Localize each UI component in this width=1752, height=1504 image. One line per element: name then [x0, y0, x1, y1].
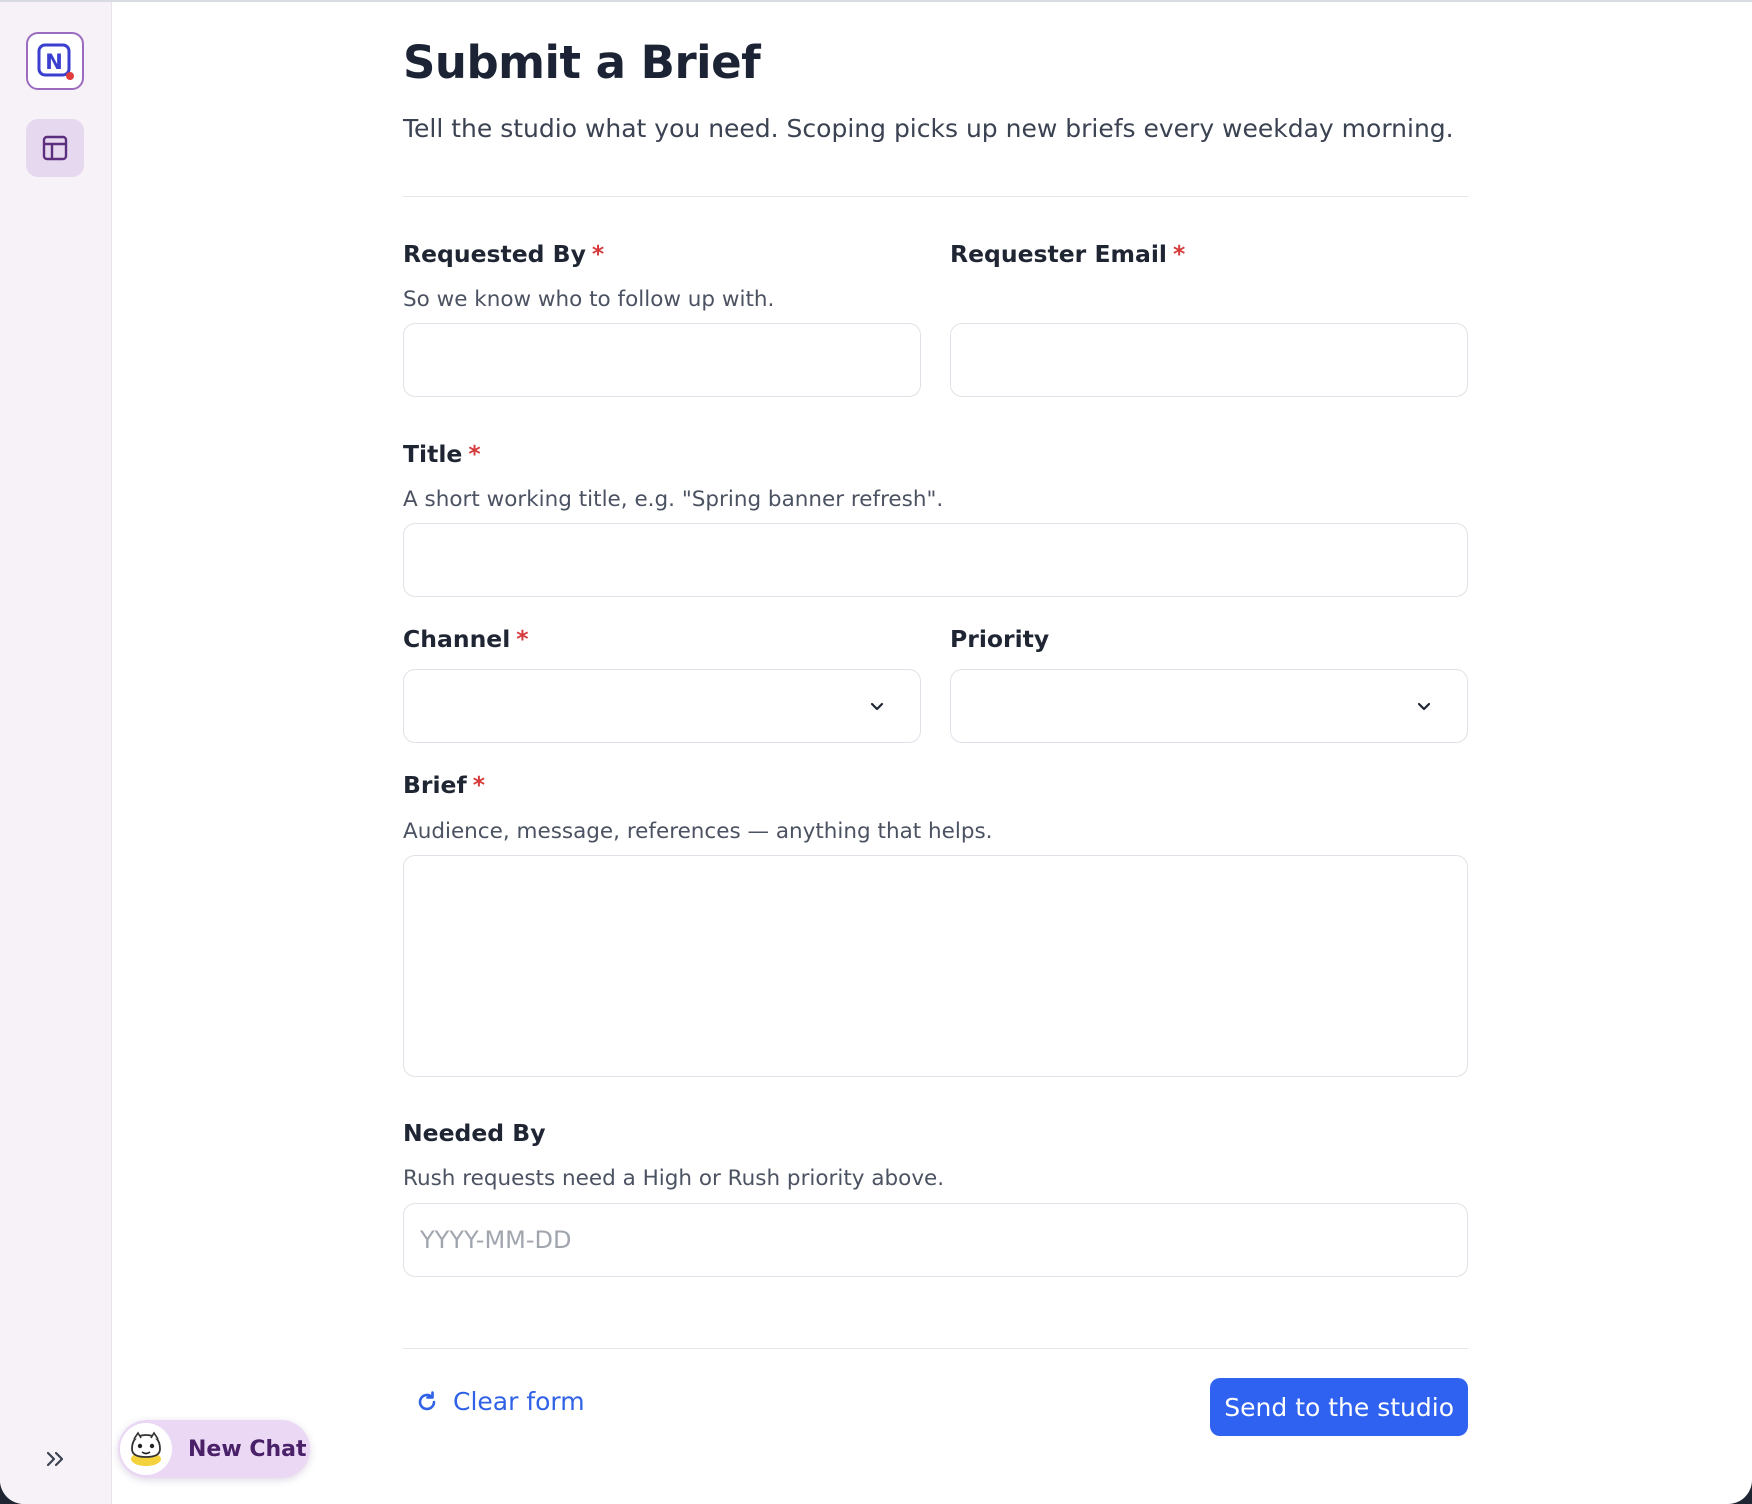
svg-text:N: N [45, 50, 63, 74]
requested-by-hint: So we know who to follow up with. [403, 287, 775, 312]
new-chat-button[interactable]: New Chat [118, 1420, 310, 1478]
title-hint: A short working title, e.g. "Spring bann… [403, 487, 944, 512]
channel-label-text: Channel [403, 625, 511, 653]
logo-icon: N [37, 43, 74, 80]
clear-form-label: Clear form [453, 1387, 585, 1416]
channel-select[interactable] [403, 669, 921, 743]
priority-label-text: Priority [950, 625, 1050, 653]
brief-label-text: Brief [403, 771, 467, 799]
requester-email-label: Requester Email * [950, 240, 1185, 268]
required-marker: * [472, 771, 486, 799]
page-subtitle: Tell the studio what you need. Scoping p… [403, 114, 1454, 143]
brief-textarea[interactable] [403, 855, 1468, 1077]
title-label: Title * [403, 440, 481, 468]
requested-by-label-text: Requested By [403, 240, 586, 268]
priority-select[interactable] [950, 669, 1468, 743]
required-marker: * [1172, 240, 1186, 268]
layout-icon [42, 135, 68, 161]
required-marker: * [468, 440, 481, 468]
needed-by-hint: Rush requests need a High or Rush priori… [403, 1166, 945, 1191]
footer-divider [403, 1348, 1468, 1349]
sidebar: N [0, 2, 112, 1504]
app-window: N New Chat Submit a Brief Tell the studi… [0, 0, 1752, 1504]
assistant-avatar [120, 1423, 172, 1475]
brief-hint: Audience, message, references — anything… [403, 819, 993, 844]
clear-form-button[interactable]: Clear form [415, 1387, 585, 1416]
needed-by-date-input[interactable] [403, 1203, 1468, 1277]
required-marker: * [591, 240, 605, 268]
send-to-studio-button[interactable]: Send to the studio [1210, 1378, 1468, 1436]
chevron-down-icon [1417, 702, 1431, 711]
requester-email-label-text: Requester Email [950, 240, 1167, 268]
sidebar-expand-button[interactable] [38, 1442, 72, 1476]
requester-email-input[interactable] [950, 323, 1468, 397]
title-label-text: Title [403, 440, 463, 468]
required-marker: * [516, 625, 529, 653]
new-chat-label: New Chat [188, 1436, 307, 1462]
refresh-icon [418, 1390, 436, 1410]
mascot-icon [131, 1431, 161, 1466]
double-chevron-right-icon [46, 1451, 64, 1467]
requested-by-input[interactable] [403, 323, 921, 397]
header-divider [403, 196, 1468, 197]
brief-label: Brief * [403, 771, 485, 799]
app-logo[interactable]: N [26, 32, 84, 90]
chevron-down-icon [870, 702, 884, 711]
sidebar-item-layout[interactable] [26, 119, 84, 177]
channel-label: Channel * [403, 625, 529, 653]
needed-by-label-text: Needed By [403, 1119, 546, 1147]
page-title: Submit a Brief [403, 36, 761, 89]
requested-by-label: Requested By * [403, 240, 604, 268]
needed-by-label: Needed By [403, 1119, 546, 1147]
title-input[interactable] [403, 523, 1468, 597]
priority-label: Priority [950, 625, 1049, 653]
